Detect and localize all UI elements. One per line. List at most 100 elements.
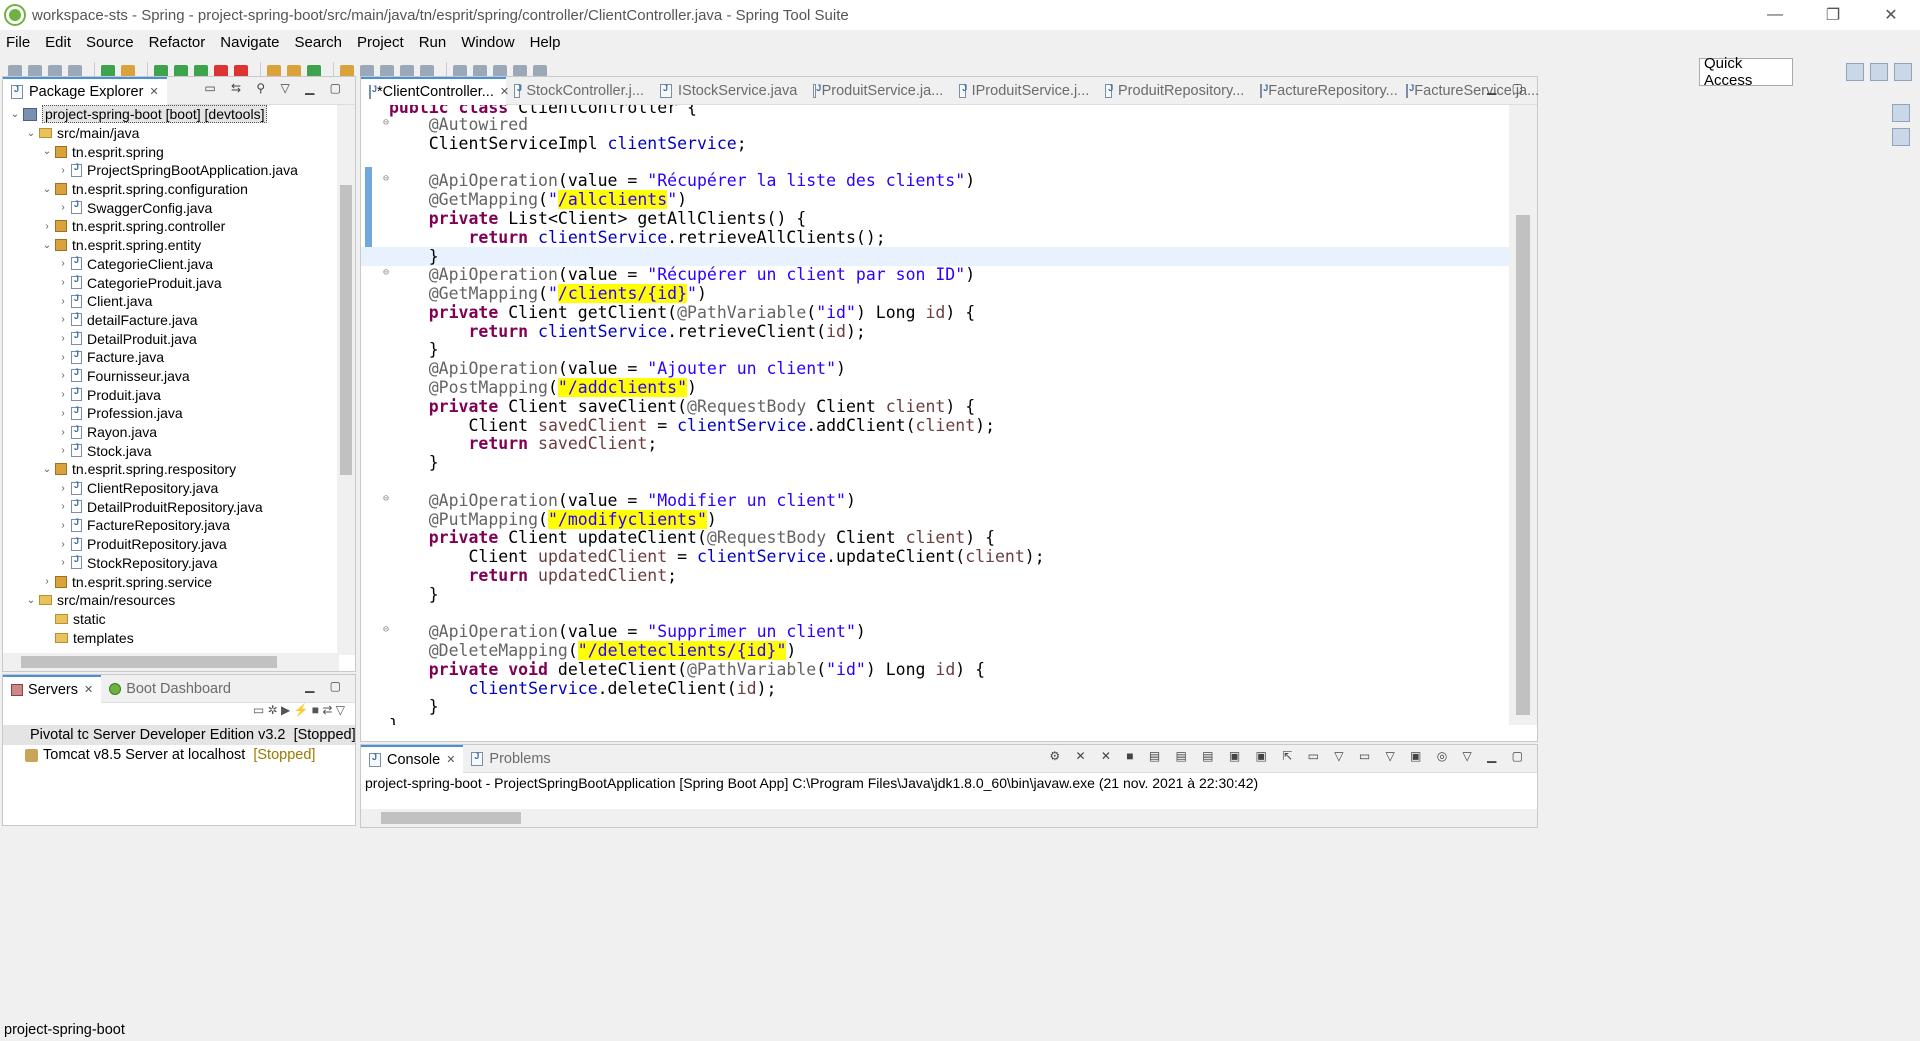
chevron-right-icon[interactable]: › <box>55 389 71 400</box>
outline-icon[interactable] <box>1892 104 1910 122</box>
chevron-right-icon[interactable]: › <box>55 296 71 307</box>
editor-tab[interactable]: ProduitService.ja... <box>805 77 951 105</box>
fold-marker-icon[interactable]: ⊖ <box>383 624 389 635</box>
chevron-down-icon[interactable]: ⌄ <box>39 240 55 251</box>
tree-item[interactable]: ⌄ src/main/resources <box>3 591 339 610</box>
menu-navigate[interactable]: Navigate <box>220 34 279 51</box>
chevron-right-icon[interactable]: › <box>55 258 71 269</box>
fold-marker-icon[interactable]: ⊖ <box>383 117 389 128</box>
tree-item[interactable]: ⌄ tn.esprit.spring.entity <box>3 236 339 255</box>
restore-icon[interactable]: ❐ <box>1804 0 1862 30</box>
editor-tab[interactable]: StockController.j... <box>506 77 652 105</box>
editor-scrollbar[interactable] <box>1509 105 1537 725</box>
tree-item[interactable]: › SwaggerConfig.java <box>3 198 339 217</box>
tab-servers[interactable]: Servers ✕ <box>3 674 102 703</box>
menu-file[interactable]: File <box>6 34 30 51</box>
tree-item[interactable]: › CategorieClient.java <box>3 255 339 274</box>
tree-item[interactable]: › Fournisseur.java <box>3 367 339 386</box>
tree-item[interactable]: › Rayon.java <box>3 423 339 442</box>
close-icon[interactable]: ✕ <box>84 683 93 696</box>
tree-item[interactable]: ⌄ src/main/java <box>3 124 339 143</box>
fold-marker-icon[interactable]: ⊖ <box>383 493 389 504</box>
tree-item[interactable]: ⌄ tn.esprit.spring <box>3 142 339 161</box>
chevron-right-icon[interactable]: › <box>55 333 71 344</box>
code-area[interactable]: public class ClientController { @Autowir… <box>361 105 1509 725</box>
horizontal-scrollbar[interactable] <box>3 653 339 671</box>
tree-item[interactable]: › StockRepository.java <box>3 554 339 573</box>
menu-source[interactable]: Source <box>86 34 134 51</box>
menu-edit[interactable]: Edit <box>45 34 71 51</box>
chevron-down-icon[interactable]: ⌄ <box>23 128 39 139</box>
java-perspective-icon[interactable] <box>1894 63 1912 81</box>
menu-help[interactable]: Help <box>530 34 561 51</box>
chevron-right-icon[interactable]: › <box>55 314 71 325</box>
scrollbar-thumb[interactable] <box>21 656 277 668</box>
chevron-right-icon[interactable]: › <box>55 408 71 419</box>
tree-item[interactable]: templates <box>3 628 339 647</box>
tree-item[interactable]: › detailFacture.java <box>3 311 339 330</box>
menu-window[interactable]: Window <box>461 34 514 51</box>
tree-item[interactable]: static <box>3 610 339 629</box>
tree-item[interactable]: › DetailProduit.java <box>3 329 339 348</box>
tree-item[interactable]: › ClientRepository.java <box>3 479 339 498</box>
open-perspective-icon[interactable] <box>1846 63 1864 81</box>
tree-item[interactable]: › FactureRepository.java <box>3 516 339 535</box>
menu-search[interactable]: Search <box>294 34 342 51</box>
chevron-right-icon[interactable]: › <box>39 221 55 232</box>
chevron-right-icon[interactable]: › <box>55 427 71 438</box>
fold-marker-icon[interactable]: ⊖ <box>383 173 389 184</box>
horizontal-scrollbar[interactable] <box>361 809 1537 827</box>
tab-boot-dashboard[interactable]: Boot Dashboard <box>101 675 239 703</box>
close-icon[interactable]: ✕ <box>1862 0 1920 30</box>
menu-run[interactable]: Run <box>419 34 447 51</box>
tree-item[interactable]: ⌄ project-spring-boot [boot] [devtools] <box>3 105 339 124</box>
chevron-right-icon[interactable]: › <box>55 483 71 494</box>
fold-marker-icon[interactable]: ⊖ <box>383 267 389 278</box>
quick-access-field[interactable]: Quick Access <box>1699 55 1793 89</box>
tree-item[interactable]: › ProjectSpringBootApplication.java <box>3 161 339 180</box>
chevron-right-icon[interactable]: › <box>55 277 71 288</box>
chevron-right-icon[interactable]: › <box>39 576 55 587</box>
view-controls-icon[interactable]: ▁ ▢ <box>305 679 347 693</box>
tree-item[interactable]: › Profession.java <box>3 404 339 423</box>
editor-tab[interactable]: ProduitRepository... <box>1097 77 1252 105</box>
tree-item[interactable]: › DetailProduitRepository.java <box>3 497 339 516</box>
tab-package-explorer[interactable]: Package Explorer ✕ <box>3 76 167 105</box>
chevron-down-icon[interactable]: ⌄ <box>23 595 39 606</box>
chevron-right-icon[interactable]: › <box>55 557 71 568</box>
minimize-icon[interactable]: — <box>1746 0 1804 30</box>
tree-item[interactable]: › CategorieProduit.java <box>3 273 339 292</box>
close-icon[interactable]: ✕ <box>149 85 158 98</box>
tree-item[interactable]: › Facture.java <box>3 348 339 367</box>
chevron-right-icon[interactable]: › <box>55 370 71 381</box>
tree-item[interactable]: › tn.esprit.spring.service <box>3 572 339 591</box>
editor-tab[interactable]: IProduitService.j... <box>951 77 1097 105</box>
server-item[interactable]: Tomcat v8.5 Server at localhost [Stopped… <box>3 745 355 765</box>
view-controls-icon[interactable]: ▭ ⇆ ⚲ ▽ ▁ ▢ <box>204 81 347 95</box>
chevron-down-icon[interactable]: ⌄ <box>7 109 23 120</box>
tree-item[interactable]: › tn.esprit.spring.controller <box>3 217 339 236</box>
tree-item[interactable]: ⌄ tn.esprit.spring.respository <box>3 460 339 479</box>
menu-refactor[interactable]: Refactor <box>149 34 206 51</box>
scrollbar-thumb[interactable] <box>1516 215 1530 715</box>
menu-project[interactable]: Project <box>357 34 404 51</box>
chevron-right-icon[interactable]: › <box>55 501 71 512</box>
task-list-icon[interactable] <box>1892 128 1910 146</box>
tab-console[interactable]: Console ✕ <box>361 744 464 773</box>
vertical-scrollbar[interactable] <box>337 105 355 655</box>
server-item[interactable]: Pivotal tc Server Developer Edition v3.2… <box>3 725 356 745</box>
tree-item[interactable]: ⌄ tn.esprit.spring.configuration <box>3 180 339 199</box>
console-toolbar-icon[interactable]: ⚙ ✕ ✕ ■ ▤ ▤ ▤ ▣ ▣ ⇱ ▭ ▽ ▭ ▽ ▣ ◎ ▽ ▁ ▢ <box>1049 749 1529 763</box>
spring-perspective-icon[interactable] <box>1870 63 1888 81</box>
tree-item[interactable]: › Client.java <box>3 292 339 311</box>
scrollbar-thumb[interactable] <box>381 812 521 824</box>
chevron-down-icon[interactable]: ⌄ <box>39 146 55 157</box>
tree-item[interactable]: › Produit.java <box>3 385 339 404</box>
chevron-right-icon[interactable]: › <box>55 202 71 213</box>
editor-tab[interactable]: IStockService.java <box>652 77 805 105</box>
chevron-down-icon[interactable]: ⌄ <box>39 464 55 475</box>
editor-tab[interactable]: FactureRepository... <box>1252 77 1398 105</box>
editor-tab[interactable]: *ClientController...✕ <box>361 76 509 105</box>
scrollbar-thumb[interactable] <box>340 185 352 475</box>
tree-item[interactable]: › Stock.java <box>3 441 339 460</box>
